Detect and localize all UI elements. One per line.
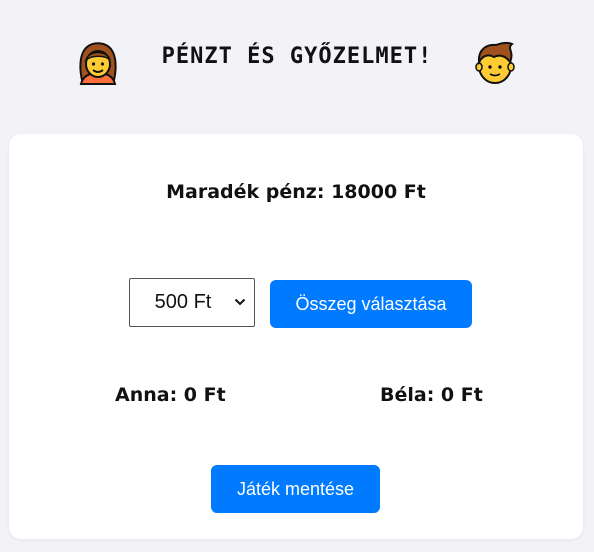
- save-game-button[interactable]: Játék mentése: [211, 465, 380, 513]
- bela-score: Béla: 0 Ft: [380, 384, 483, 406]
- choose-amount-button[interactable]: Összeg választása: [270, 280, 472, 328]
- anna-score: Anna: 0 Ft: [115, 384, 226, 406]
- man-face-icon: [475, 41, 515, 84]
- game-card: Maradék pénz: 18000 Ft 500 Ft Összeg vál…: [9, 134, 583, 539]
- woman-face-icon: [79, 42, 117, 85]
- game-title: PÉNZT ÉS GYŐZELMET!: [161, 44, 433, 69]
- header: PÉNZT ÉS GYŐZELMET!: [0, 0, 594, 120]
- remaining-money: Maradék pénz: 18000 Ft: [166, 181, 426, 203]
- amount-select[interactable]: 500 Ft: [129, 278, 255, 327]
- amount-select-value: 500 Ft: [154, 291, 212, 313]
- chevron-down-icon: [234, 298, 246, 306]
